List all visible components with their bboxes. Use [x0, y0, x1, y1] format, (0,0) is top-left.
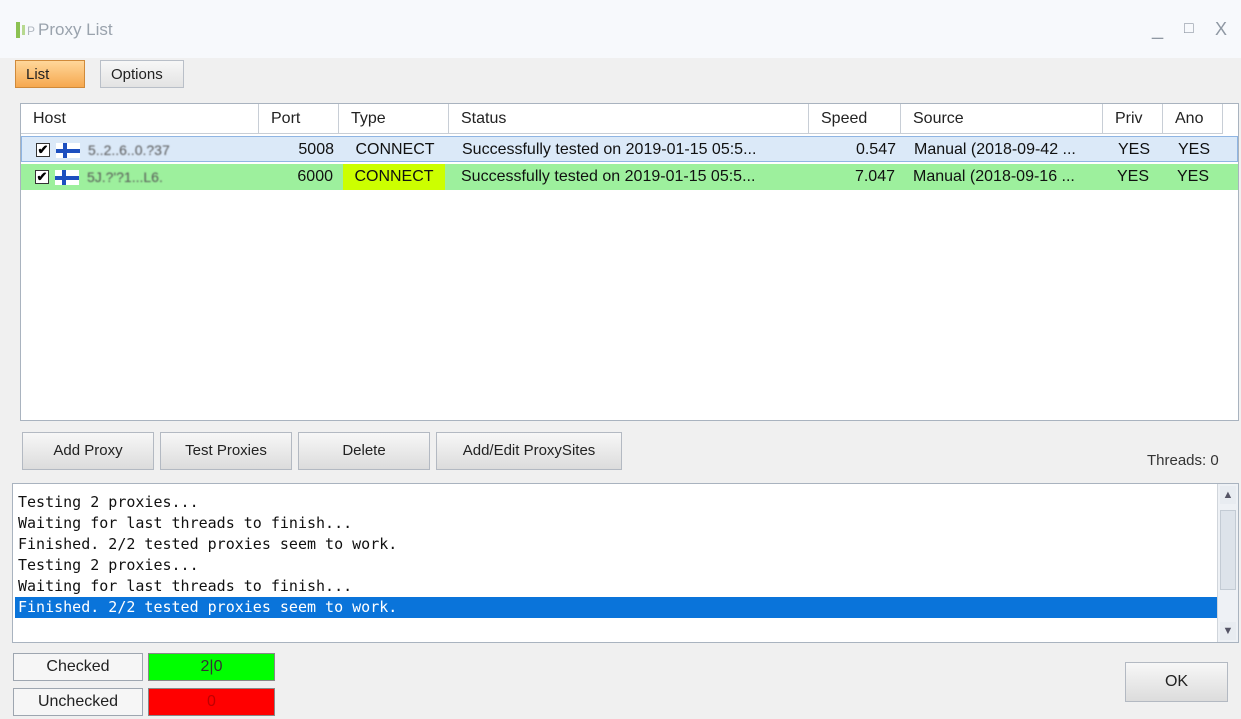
ok-button[interactable]: OK: [1125, 662, 1228, 702]
tab-list[interactable]: List: [15, 60, 85, 88]
log-line: Waiting for last threads to finish...: [18, 577, 353, 595]
checked-label: Checked: [13, 653, 143, 681]
column-header-port[interactable]: Port: [259, 104, 339, 134]
test-proxies-button[interactable]: Test Proxies: [160, 432, 292, 470]
status-cell: Successfully tested on 2019-01-15 05:5..…: [462, 141, 757, 158]
column-header-source[interactable]: Source: [901, 104, 1103, 134]
scroll-down-arrow-icon[interactable]: ▼: [1220, 622, 1236, 640]
type-cell: CONNECT: [355, 141, 435, 158]
add-proxy-button[interactable]: Add Proxy: [22, 432, 154, 470]
add-edit-proxysites-button[interactable]: Add/Edit ProxySites: [436, 432, 622, 470]
status-cell: Successfully tested on 2019-01-15 05:5..…: [461, 168, 756, 185]
maximize-button[interactable]: □: [1184, 18, 1194, 40]
source-cell: Manual (2018-09-42 ...: [914, 141, 1076, 158]
host-cell: 5J.?'?1...L6.: [87, 169, 163, 185]
log-scrollbar[interactable]: ▲ ▼: [1217, 484, 1238, 642]
speed-cell: 0.547: [855, 141, 896, 158]
column-header-status[interactable]: Status: [449, 104, 809, 134]
threads-count: Threads: 0: [1147, 452, 1219, 469]
unchecked-count: 0: [148, 688, 275, 716]
ano-cell: YES: [1176, 168, 1209, 185]
column-header-type[interactable]: Type: [339, 104, 449, 134]
svg-text:P: P: [27, 24, 35, 38]
host-cell: 5..2..6..0.?37: [88, 142, 170, 158]
log-line: Testing 2 proxies...: [18, 493, 199, 511]
log-line: Waiting for last threads to finish...: [18, 514, 353, 532]
port-cell: 6000: [297, 168, 333, 185]
minimize-button[interactable]: _: [1152, 18, 1163, 40]
finland-flag-icon: [55, 170, 79, 185]
log-line: Finished. 2/2 tested proxies seem to wor…: [18, 535, 398, 553]
title-bar: P Proxy List _ □ X: [0, 0, 1241, 58]
table-row[interactable]: ✔ 5..2..6..0.?37 5008 CONNECT Successful…: [21, 136, 1238, 162]
source-cell: Manual (2018-09-16 ...: [913, 168, 1075, 185]
type-cell: CONNECT: [343, 164, 445, 190]
priv-cell: YES: [1116, 168, 1149, 185]
unchecked-label: Unchecked: [13, 688, 143, 716]
tab-options[interactable]: Options: [100, 60, 184, 88]
log-output[interactable]: Testing 2 proxies... Waiting for last th…: [12, 483, 1239, 643]
ano-cell: YES: [1177, 141, 1210, 158]
close-button[interactable]: X: [1215, 18, 1227, 40]
row-checkbox[interactable]: ✔: [36, 143, 50, 157]
column-header-priv[interactable]: Priv: [1103, 104, 1163, 134]
proxy-list-window: P Proxy List _ □ X List Options Host Por…: [0, 0, 1241, 719]
log-line-selected: Finished. 2/2 tested proxies seem to wor…: [15, 597, 1218, 618]
log-line: Testing 2 proxies...: [18, 556, 199, 574]
proxy-table: Host Port Type Status Speed Source Priv …: [20, 103, 1239, 421]
column-header-host[interactable]: Host: [21, 104, 259, 134]
priv-cell: YES: [1117, 141, 1150, 158]
column-header-speed[interactable]: Speed: [809, 104, 901, 134]
scroll-up-arrow-icon[interactable]: ▲: [1220, 486, 1236, 504]
column-header-ano[interactable]: Ano: [1163, 104, 1223, 134]
speed-cell: 7.047: [854, 168, 895, 185]
table-row[interactable]: ✔ 5J.?'?1...L6. 6000 CONNECT Successfull…: [21, 164, 1238, 190]
scroll-thumb[interactable]: [1220, 510, 1236, 590]
checked-count: 2|0: [148, 653, 275, 681]
port-cell: 5008: [298, 141, 334, 158]
finland-flag-icon: [56, 143, 80, 158]
row-checkbox[interactable]: ✔: [35, 170, 49, 184]
window-title: Proxy List: [38, 20, 113, 39]
delete-button[interactable]: Delete: [298, 432, 430, 470]
